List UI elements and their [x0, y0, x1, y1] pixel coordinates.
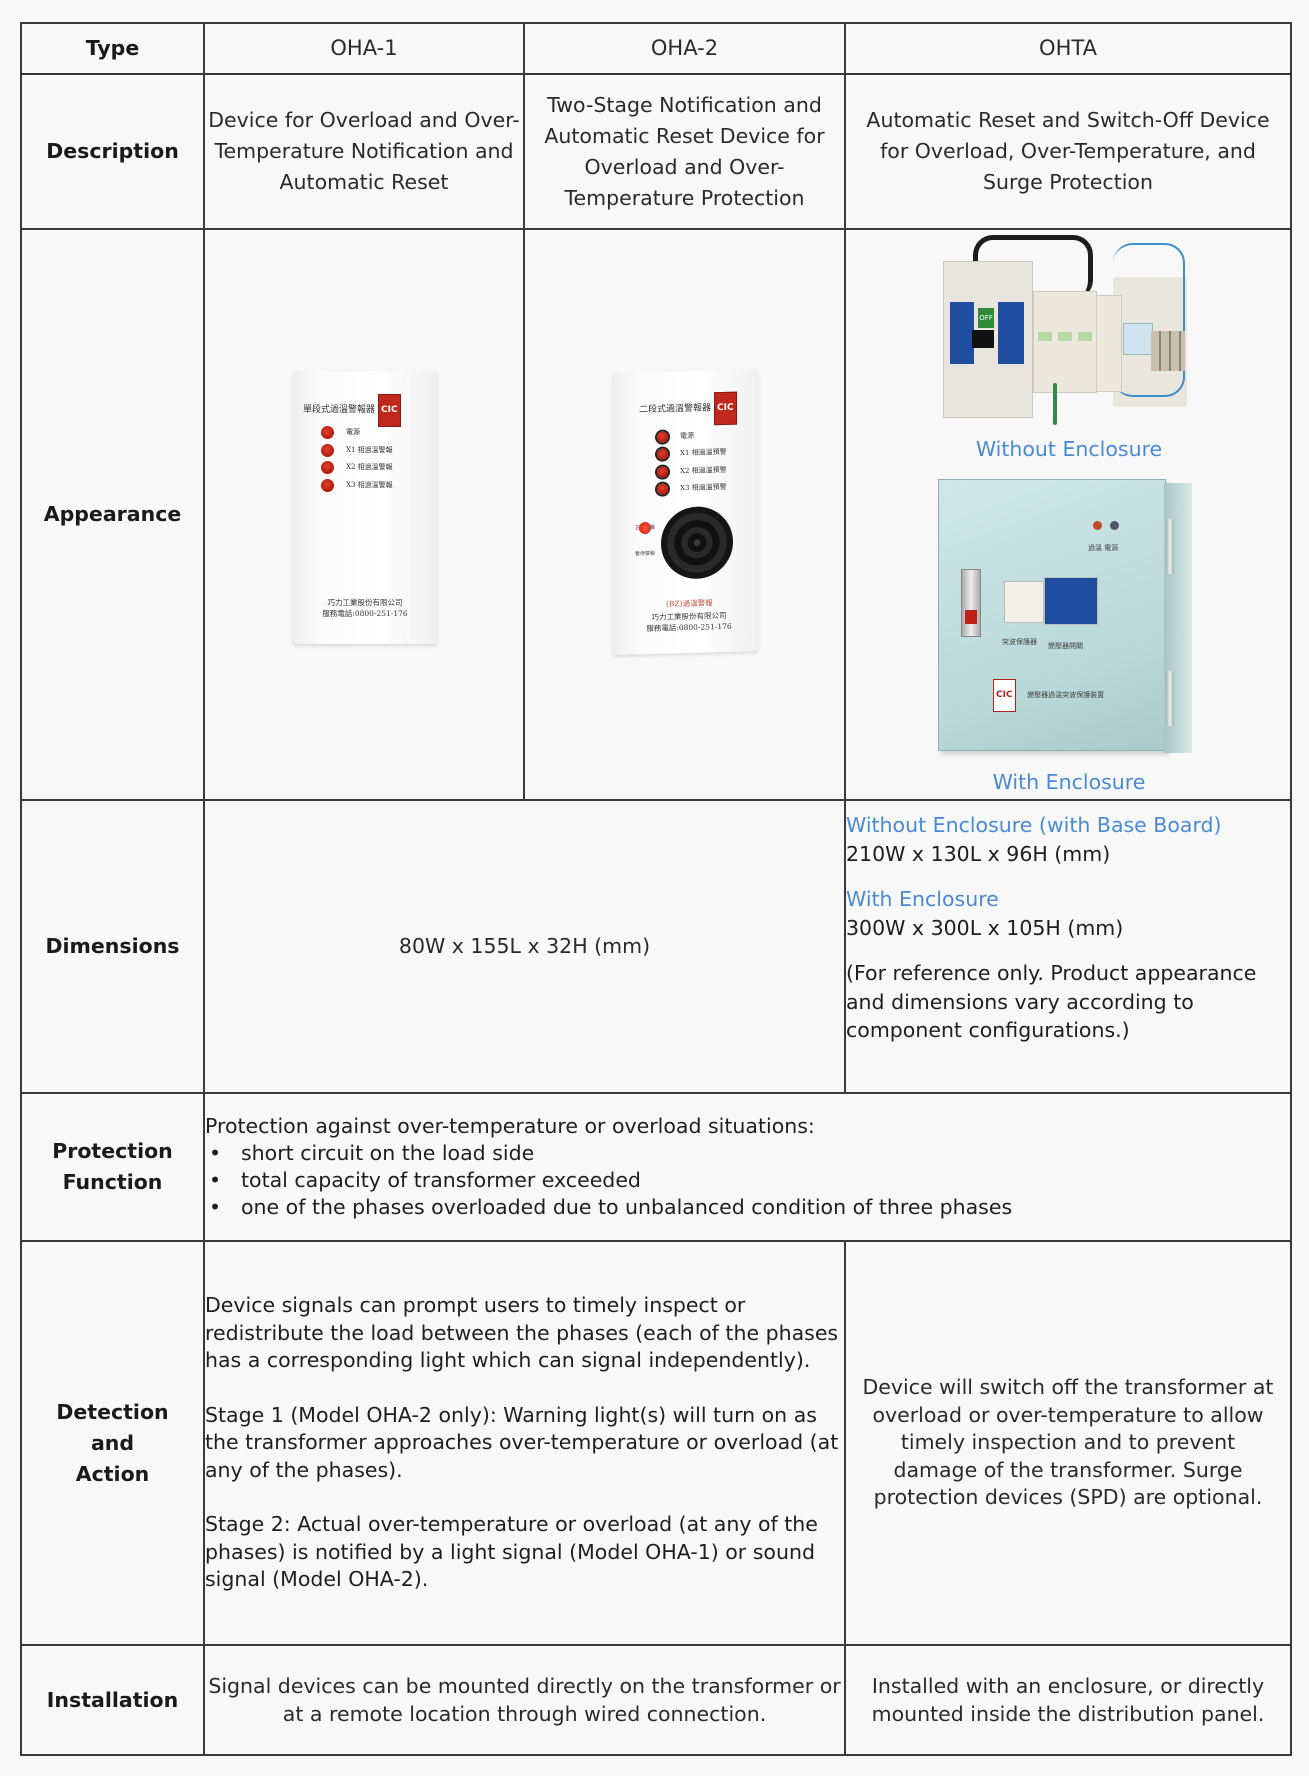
description-label: Description — [20, 73, 205, 230]
description-ohta: Automatic Reset and Switch-Off Device fo… — [844, 73, 1292, 230]
oha2-device-image: 二段式過溫警報器 CIC 電源 X1 相過溫預警 X2 相過溫預警 X3 相過溫預… — [613, 369, 758, 655]
service-phone: 服務電話:0800-251-176 — [322, 609, 408, 618]
light-label: X3 相過溫警報 — [346, 481, 393, 489]
dim-without-value: 210W x 130L x 96H (mm) — [846, 842, 1111, 866]
comparison-table: Type OHA-1 OHA-2 OHTA Description Device… — [20, 22, 1292, 1756]
header-row: Type OHA-1 OHA-2 OHTA — [20, 22, 1292, 75]
detection-oha: Device signals can prompt users to timel… — [203, 1240, 846, 1646]
ohta-without-enclosure-image: OFF — [943, 235, 1191, 427]
description-oha1: Device for Overload and Over-Temperature… — [203, 73, 525, 230]
appearance-oha2-cell: 二段式過溫警報器 CIC 電源 X1 相過溫預警 X2 相過溫預警 X3 相過溫預… — [523, 228, 846, 801]
dim-with-value: 300W x 300L x 105H (mm) — [846, 916, 1124, 940]
service-phone: 服務電話:0800-251-176 — [646, 621, 732, 634]
protection-content: Protection against over-temperature or o… — [203, 1092, 1292, 1242]
detection-paragraph: Device signals can prompt users to timel… — [205, 1293, 839, 1373]
ohta-with-enclosure-image: 過溫 電源 突波保護器 變壓器開關 CIC 變壓器過溫突波保護裝置 — [938, 479, 1198, 755]
protection-item: one of the phases overloaded due to unba… — [205, 1194, 1290, 1221]
oha2-device-footer: 巧力工業股份有限公司 服務電話:0800-251-176 — [619, 609, 759, 635]
pilot-lamp-power-icon — [1110, 521, 1119, 530]
dimensions-ohta: Without Enclosure (with Base Board) 210W… — [844, 799, 1292, 1094]
oha1-device-title-text: 單段式過溫警報器 — [303, 405, 376, 415]
dimensions-oha: 80W x 155L x 32H (mm) — [203, 799, 846, 1094]
dim-without-heading: Without Enclosure (with Base Board) — [846, 813, 1222, 837]
protection-intro: Protection against over-temperature or o… — [205, 1114, 815, 1138]
protection-item: short circuit on the load side — [205, 1140, 1290, 1167]
installation-label: Installation — [20, 1644, 205, 1756]
oha1-light-x3: X3 相過溫警報 — [321, 470, 393, 501]
ground-wire — [1053, 383, 1057, 425]
oha2-light-x3: X3 相過溫預警 — [657, 472, 727, 505]
knob-bottom-label: 暫停警報 — [635, 550, 656, 558]
installation-ohta: Installed with an enclosure, or directly… — [844, 1644, 1292, 1756]
enclosure-nameplate: CIC 變壓器過溫突波保護裝置 — [990, 675, 1104, 712]
mccb-breaker-icon: OFF — [943, 261, 1033, 418]
oha2-device-title-text: 二段式過溫警報器 — [639, 403, 712, 416]
spd-module-n-icon — [1096, 295, 1122, 392]
detection-row: Detection and Action Device signals can … — [20, 1240, 1292, 1646]
protection-row: Protection Function Protection against o… — [20, 1092, 1292, 1242]
relay-icon — [1123, 323, 1153, 355]
company-name: 巧力工業股份有限公司 — [327, 598, 403, 607]
dim-with-heading: With Enclosure — [846, 887, 999, 911]
oha1-device-footer: 巧力工業股份有限公司 服務電話:0800-251-176 — [293, 597, 437, 619]
detection-label: Detection and Action — [20, 1240, 205, 1646]
appearance-label: Appearance — [20, 228, 205, 801]
protection-label: Protection Function — [20, 1092, 205, 1242]
cic-logo: CIC — [714, 391, 737, 426]
description-row: Description Device for Overload and Over… — [20, 73, 1292, 230]
enclosure-spd-icon — [1004, 581, 1044, 623]
model-oha2-header: OHA-2 — [523, 22, 846, 75]
detection-label-line: Detection — [56, 1399, 169, 1424]
without-enclosure-label: Without Enclosure — [975, 437, 1163, 461]
installation-row: Installation Signal devices can be mount… — [20, 1644, 1292, 1756]
terminal-block-icon — [1151, 331, 1185, 371]
detection-paragraph: Stage 2: Actual over-temperature or over… — [205, 1512, 818, 1592]
model-ohta-header: OHTA — [844, 22, 1292, 75]
detection-ohta: Device will switch off the transformer a… — [844, 1240, 1292, 1646]
detection-paragraph: Stage 1 (Model OHA-2 only): Warning ligh… — [205, 1402, 839, 1482]
model-oha1-header: OHA-1 — [203, 22, 525, 75]
appearance-ohta-cell: OFF Without Enclosure 過溫 電源 突波保護器 變壓器開關 … — [844, 228, 1292, 801]
installation-oha: Signal devices can be mounted directly o… — [203, 1644, 846, 1756]
hinge-bottom-icon — [1166, 671, 1174, 726]
enclosure-spd-label: 突波保護器 — [1002, 638, 1037, 646]
with-enclosure-label: With Enclosure — [992, 770, 1146, 794]
cic-logo: CIC — [378, 394, 401, 427]
pilot-lamp-overtemp-icon — [1093, 521, 1102, 530]
protection-label-line: Function — [62, 1170, 163, 1194]
description-oha2: Two-Stage Notification and Automatic Res… — [523, 73, 846, 230]
appearance-oha1-cell: 單段式過溫警報器 CIC 電源 X1 相過溫警報 X2 相過溫警報 X3 相過溫警… — [203, 228, 525, 801]
detection-label-line: and — [90, 1430, 135, 1455]
led-icon — [321, 479, 334, 492]
enclosure-breaker-label: 變壓器開關 — [1048, 642, 1083, 650]
buzzer-icon — [661, 505, 733, 580]
light-label: X3 相過溫預警 — [680, 482, 727, 493]
spd-modules-icon — [1033, 291, 1097, 393]
dimensions-label: Dimensions — [20, 799, 205, 1094]
cic-logo: CIC — [993, 679, 1016, 712]
detection-label-line: Action — [75, 1461, 150, 1486]
type-label: Type — [20, 22, 205, 75]
oha1-device-image: 單段式過溫警報器 CIC 電源 X1 相過溫警報 X2 相過溫警報 X3 相過溫警… — [293, 371, 437, 644]
dimensions-row: Dimensions 80W x 155L x 32H (mm) Without… — [20, 799, 1292, 1094]
appearance-row: Appearance 單段式過溫警報器 CIC 電源 X1 相過溫警報 X2 相過… — [20, 228, 1292, 801]
enclosure-lamp-labels: 過溫 電源 — [1088, 544, 1119, 552]
hinge-top-icon — [1166, 519, 1174, 574]
protection-label-line: Protection — [52, 1139, 173, 1163]
enclosure-breaker-icon — [1044, 577, 1098, 625]
led-icon — [657, 483, 668, 495]
enclosure-title: 變壓器過溫突波保護裝置 — [1027, 691, 1105, 699]
protection-item: total capacity of transformer exceeded — [205, 1167, 1290, 1194]
dim-note: (For reference only. Product appearance … — [846, 961, 1257, 1042]
protection-list: short circuit on the load side total cap… — [205, 1140, 1290, 1221]
signal-wire — [1113, 243, 1185, 397]
door-handle-icon — [961, 569, 981, 637]
breaker-off-label: OFF — [978, 308, 994, 328]
